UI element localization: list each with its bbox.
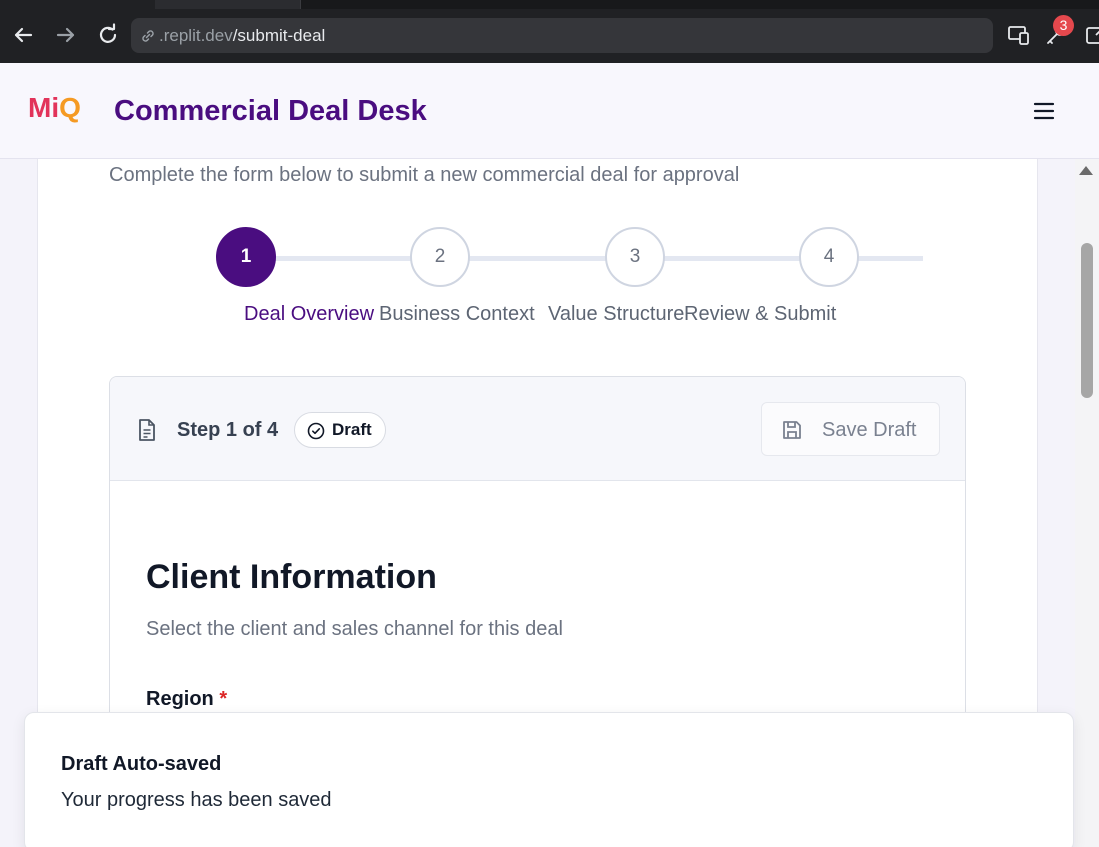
toast-notification: Draft Auto-saved Your progress has been … xyxy=(24,712,1074,847)
arrow-left-icon xyxy=(14,27,33,43)
forward-button[interactable] xyxy=(53,22,79,48)
region-field-label: Region * xyxy=(146,688,227,711)
browser-toolbar: .replit.dev/submit-deal 3 xyxy=(0,0,1099,63)
url-text: .replit.dev/submit-deal xyxy=(159,26,325,46)
section-title: Client Information xyxy=(146,558,437,596)
hamburger-menu-icon[interactable] xyxy=(1033,100,1055,122)
open-external-icon[interactable] xyxy=(1083,22,1099,48)
url-host: .replit.dev xyxy=(159,26,233,45)
step-1-label: Deal Overview xyxy=(244,303,375,325)
address-bar[interactable]: .replit.dev/submit-deal xyxy=(131,18,993,53)
circle-check-icon xyxy=(307,422,325,440)
section-description: Select the client and sales channel for … xyxy=(146,618,563,640)
scrollbar-thumb[interactable] xyxy=(1081,243,1093,398)
step-3-circle[interactable]: 3 xyxy=(605,227,665,287)
step-indicator: Step 1 of 4 xyxy=(177,419,279,441)
status-badge: Draft xyxy=(294,412,386,448)
step-2-label: Business Context xyxy=(379,303,535,325)
region-label-text: Region xyxy=(146,688,214,710)
brand-logo[interactable]: MiQ xyxy=(28,92,81,124)
reload-button[interactable] xyxy=(95,22,121,48)
toast-message: Your progress has been saved xyxy=(61,789,332,811)
back-button[interactable] xyxy=(10,22,36,48)
arrow-right-icon xyxy=(56,27,75,43)
logo-text-q: Q xyxy=(59,92,81,123)
reload-icon xyxy=(99,23,117,43)
required-marker: * xyxy=(219,688,228,710)
document-icon xyxy=(139,419,155,441)
link-icon xyxy=(142,30,154,42)
active-tab[interactable] xyxy=(0,0,155,9)
page-subtitle: Complete the form below to submit a new … xyxy=(109,164,740,186)
tab-strip xyxy=(0,0,1099,9)
status-badge-label: Draft xyxy=(332,420,372,439)
toast-title: Draft Auto-saved xyxy=(61,753,222,775)
step-2-circle[interactable]: 2 xyxy=(410,227,470,287)
logo-text-mi: Mi xyxy=(28,92,60,123)
save-draft-label: Save Draft xyxy=(822,419,917,441)
extension-badge: 3 xyxy=(1053,15,1074,36)
devices-icon[interactable] xyxy=(1006,22,1032,48)
save-draft-button[interactable]: Save Draft xyxy=(761,402,940,456)
url-path: /submit-deal xyxy=(232,26,326,45)
scroll-up-arrow-icon[interactable] xyxy=(1079,166,1093,175)
step-4-circle[interactable]: 4 xyxy=(799,227,859,287)
step-4-label: Review & Submit xyxy=(684,303,837,325)
form-card-header: Step 1 of 4 Draft Save Draft xyxy=(110,377,965,481)
save-icon xyxy=(783,421,801,439)
tab-strip-background xyxy=(300,0,1099,9)
step-3-label: Value Structure xyxy=(548,303,685,325)
app-title: Commercial Deal Desk xyxy=(114,95,427,127)
step-1-circle[interactable]: 1 xyxy=(216,227,276,287)
